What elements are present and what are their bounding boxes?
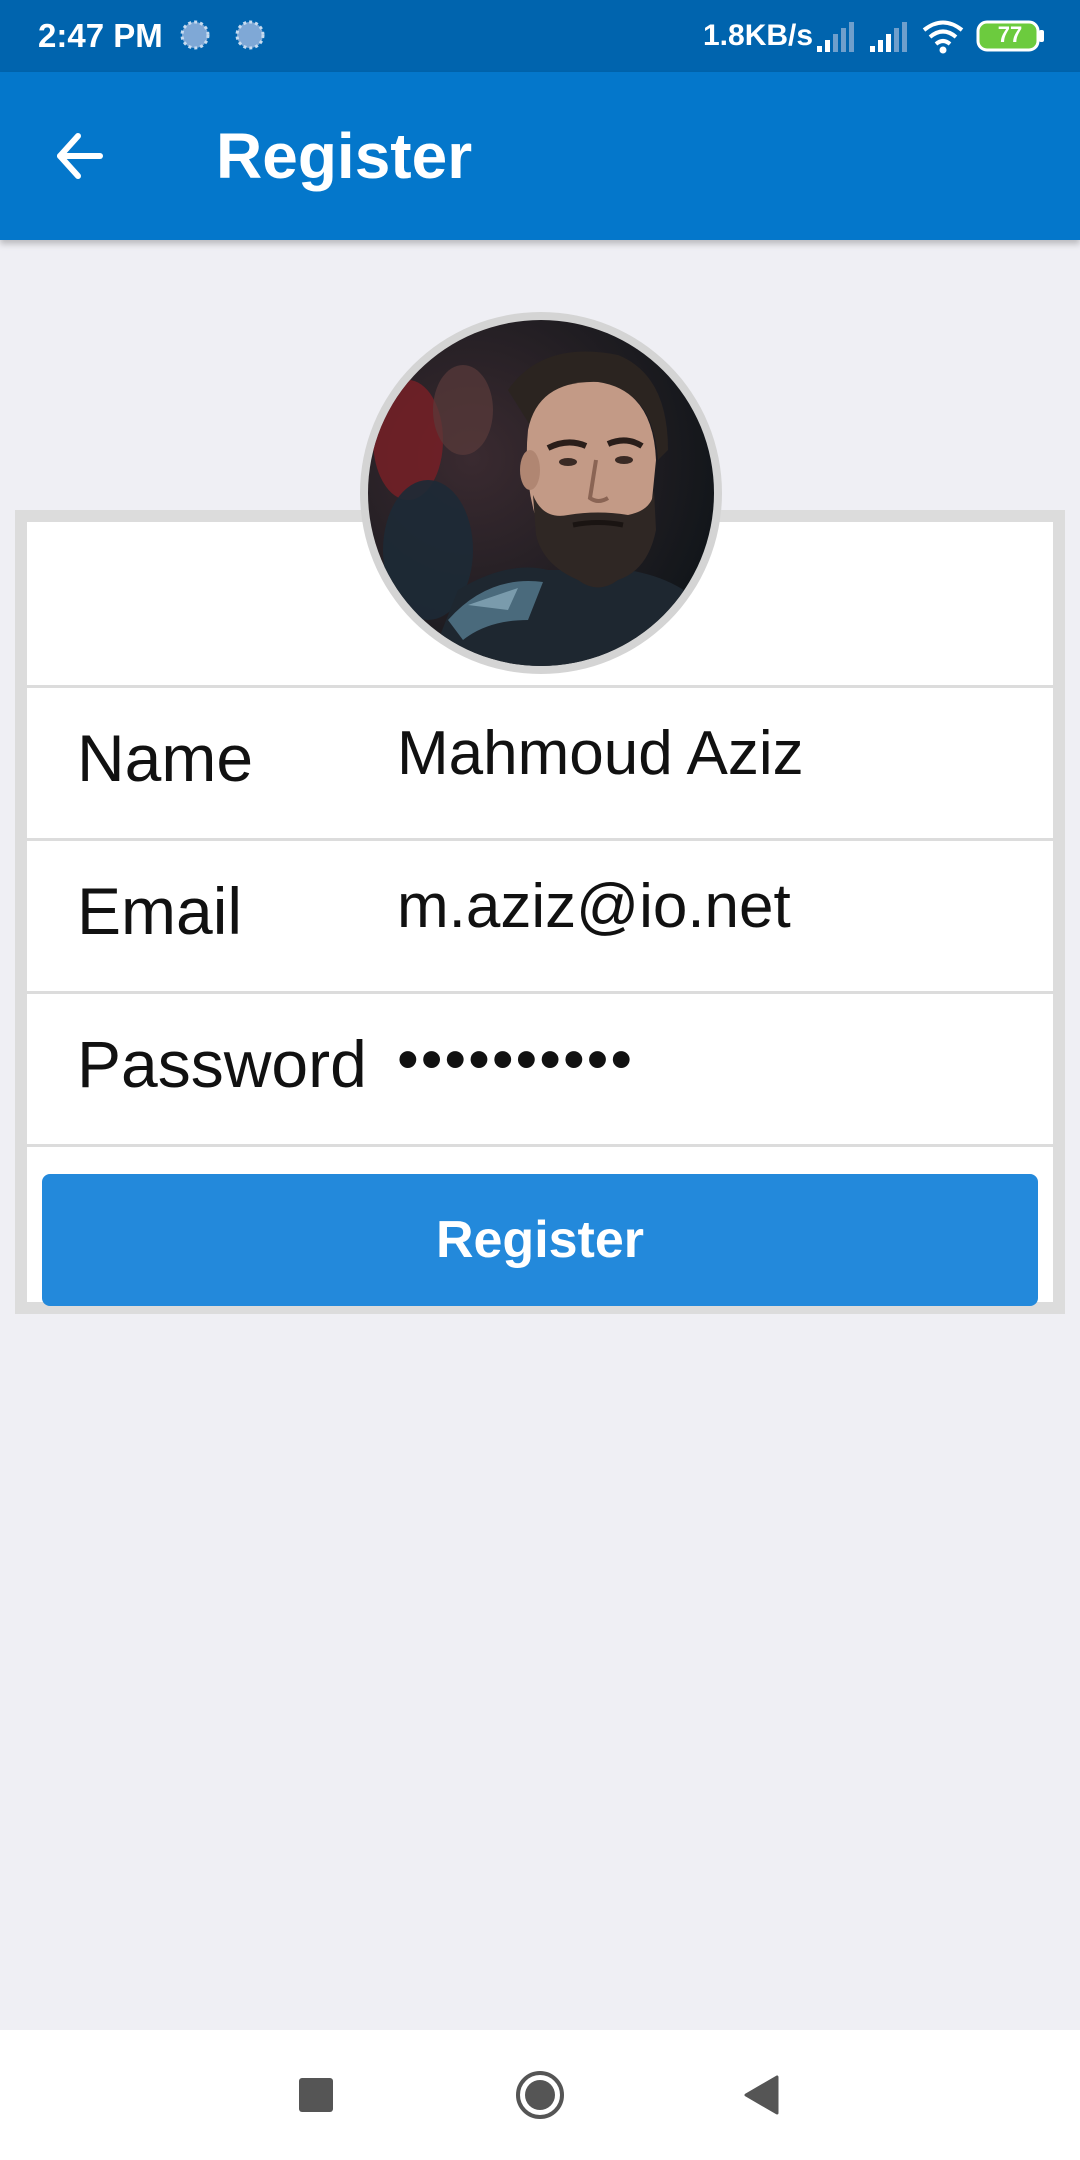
avatar[interactable] xyxy=(360,312,722,674)
app-bar: Register xyxy=(0,72,1080,240)
arrow-left-icon xyxy=(57,133,103,179)
status-bar: 2:47 PM 1.8KB/s 77 xyxy=(0,0,1080,72)
loading-dot-icon xyxy=(235,20,265,50)
recent-apps-button[interactable] xyxy=(276,2055,356,2135)
profile-photo xyxy=(368,320,714,666)
name-field[interactable]: Mahmoud Aziz xyxy=(397,714,1017,794)
divider xyxy=(27,838,1053,841)
back-icon xyxy=(744,2075,779,2115)
signal-icon xyxy=(868,22,908,57)
network-speed: 1.8KB/s xyxy=(703,19,814,52)
email-label: Email xyxy=(77,874,243,948)
password-label: Password xyxy=(77,1027,367,1101)
battery-level: 77 xyxy=(997,22,1023,47)
signal-icon xyxy=(815,22,855,57)
home-icon xyxy=(516,2071,564,2119)
back-button[interactable] xyxy=(40,116,120,196)
recent-apps-icon xyxy=(299,2078,333,2112)
divider xyxy=(27,991,1053,994)
system-back-button[interactable] xyxy=(722,2055,802,2135)
status-time: 2:47 PM xyxy=(38,17,163,54)
divider xyxy=(27,685,1053,688)
navigation-bar xyxy=(0,2030,1080,2160)
divider xyxy=(27,1144,1053,1147)
register-button[interactable]: Register xyxy=(42,1174,1038,1306)
email-field[interactable]: m.aziz@io.net xyxy=(397,867,1017,947)
name-label: Name xyxy=(77,721,254,795)
home-button[interactable] xyxy=(500,2055,580,2135)
loading-dot-icon xyxy=(180,20,210,50)
page-title: Register xyxy=(216,120,473,192)
password-field[interactable]: •••••••••• xyxy=(397,1020,1017,1100)
wifi-icon xyxy=(921,18,965,59)
